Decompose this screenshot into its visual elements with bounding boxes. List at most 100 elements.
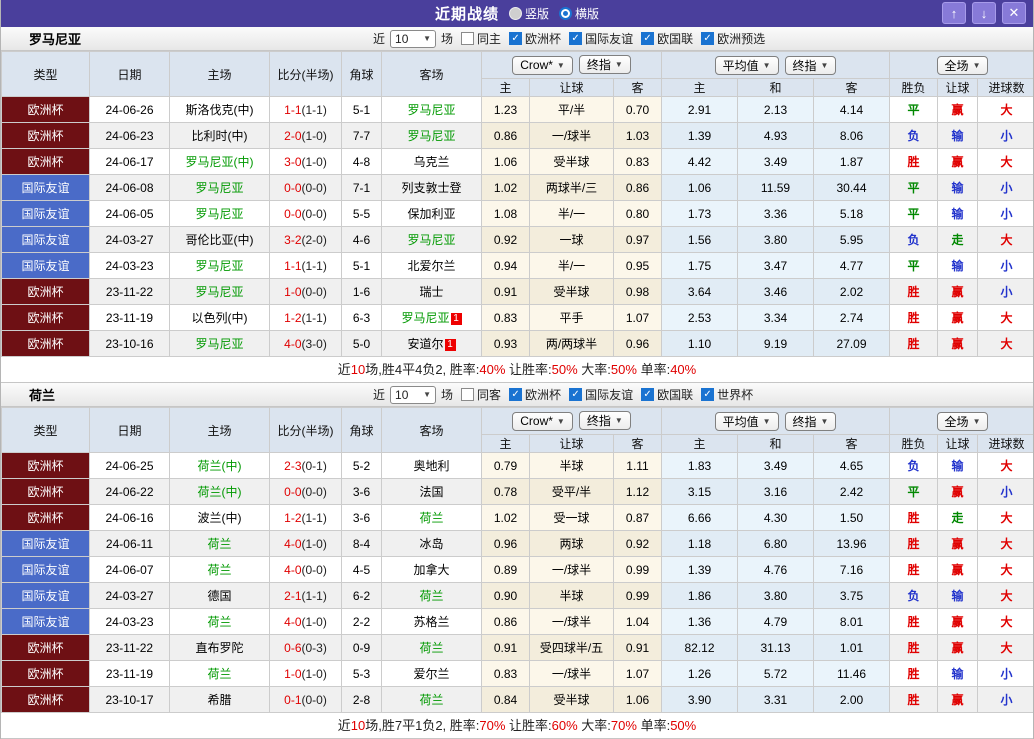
match-row: 欧洲杯 23-11-22 罗马尼亚 1-0(0-0) 1-6 瑞士 0.91 受半球 0.98 3… [1, 278, 1033, 305]
avg-stage-select[interactable]: 终指 ▼ [784, 411, 837, 431]
team-label: 荷兰 [207, 615, 232, 629]
odds-stage-select[interactable]: 终指 ▼ [578, 55, 631, 75]
match-count-select[interactable]: 10 ▼ [390, 29, 437, 48]
outcome-cell: 负 [889, 582, 939, 609]
date-cell: 24-06-23 [89, 122, 170, 149]
handicap-result-cell: 赢 [937, 530, 979, 557]
corners-cell: 6-2 [341, 582, 382, 609]
halftime-score: (0-0) [301, 484, 327, 499]
match-row: 欧洲杯 23-11-22 直布罗陀 0-6(0-3) 0-9 荷兰 0.91 受四球半/五 0.… [1, 634, 1033, 661]
outcome-cell: 胜 [889, 278, 939, 305]
league-checkbox[interactable]: ✓ [509, 32, 523, 45]
team-label: 冰岛 [419, 537, 444, 551]
date-cell: 24-03-27 [89, 226, 170, 253]
avg-away-cell: 8.06 [812, 122, 891, 149]
average-select[interactable]: 平均值 ▼ [714, 411, 779, 431]
match-row: 欧洲杯 23-11-19 以色列(中) 1-2(1-1) 6-3 罗马尼亚 1 0.83 平手 1… [1, 304, 1033, 331]
odds-stage-select[interactable]: 终指 ▼ [578, 411, 631, 431]
handicap-result-value: 输 [951, 589, 964, 603]
odds-source-select[interactable]: Crow* ▼ [512, 411, 573, 431]
goals-result-cell: 大 [977, 452, 1033, 479]
team-section-header: 罗马尼亚近 10 ▼ 场同主 ✓ 欧洲杯 ✓ 国际友谊 ✓ 欧国联 ✓ 欧洲预选 [1, 27, 1033, 51]
outcome-value: 胜 [907, 285, 920, 299]
odds-away-cell: 0.96 [613, 330, 662, 357]
fulltime-score: 3-2 [284, 232, 302, 247]
away-team-cell: 罗马尼亚 [381, 226, 482, 253]
away-team-cell: 荷兰 [381, 504, 482, 531]
average-select[interactable]: 平均值 ▼ [714, 55, 779, 75]
radio-vertical-layout[interactable]: 竖版 [508, 5, 549, 22]
same-venue-checkbox[interactable] [461, 32, 475, 45]
close-button[interactable]: ✕ [1002, 2, 1026, 24]
date-cell: 23-10-16 [89, 330, 170, 357]
avg-home-cell: 1.39 [661, 556, 738, 583]
sub-column-header: 进球数 [977, 434, 1033, 453]
games-label: 场 [441, 388, 454, 402]
match-row: 国际友谊 24-06-08 罗马尼亚 0-0(0-0) 7-1 列支敦士登 1.02 两球半/… [1, 174, 1033, 201]
odds-home-cell: 0.83 [481, 304, 530, 331]
league-checkbox[interactable]: ✓ [701, 32, 715, 45]
handicap-line-cell: 一/球半 [529, 608, 614, 635]
avg-away-cell: 13.96 [812, 530, 891, 557]
date-cell: 24-03-27 [89, 582, 170, 609]
odds-source-select[interactable]: Crow* ▼ [512, 55, 573, 75]
league-checkbox[interactable]: ✓ [641, 388, 655, 401]
handicap-result-value: 走 [951, 233, 964, 247]
league-checkbox[interactable]: ✓ [509, 388, 523, 401]
column-header: 主场 [169, 407, 270, 453]
fulltime-score: 0-0 [284, 484, 302, 499]
competition-type-cell: 欧洲杯 [1, 122, 90, 149]
match-count-select[interactable]: 10 ▼ [390, 385, 437, 404]
team-label: 荷兰 [419, 511, 444, 525]
sub-column-header: 让球 [937, 78, 979, 97]
outcome-value: 胜 [907, 311, 920, 325]
goals-result-cell: 大 [977, 148, 1033, 175]
league-checkbox[interactable]: ✓ [569, 32, 583, 45]
avg-stage-select[interactable]: 终指 ▼ [784, 55, 837, 75]
avg-dropdown-group: 平均值 ▼ 终指 ▼ [660, 407, 891, 435]
corners-cell: 4-8 [341, 148, 382, 175]
handicap-line-cell: 半/一 [529, 200, 614, 227]
move-down-button[interactable]: ↓ [972, 2, 996, 24]
same-venue-label: 同主 [477, 32, 502, 46]
halftime-score: (2-0) [301, 232, 327, 247]
score-cell: 1-1(1-1) [269, 96, 342, 123]
goals-result-cell: 大 [977, 226, 1033, 253]
league-checkbox[interactable]: ✓ [569, 388, 583, 401]
avg-home-cell: 1.75 [661, 252, 738, 279]
same-venue-checkbox[interactable] [461, 388, 475, 401]
scope-select[interactable]: 全场 ▼ [936, 411, 989, 431]
scope-select[interactable]: 全场 ▼ [936, 55, 989, 75]
summary-part: 40% [670, 362, 697, 377]
team-label: 罗马尼亚 [195, 285, 244, 299]
odds-home-cell: 0.86 [481, 608, 530, 635]
odds-home-cell: 0.93 [481, 330, 530, 357]
score-cell: 3-2(2-0) [269, 226, 342, 253]
team-label: 安道尔 [407, 337, 444, 351]
handicap-line-cell: 两/两球半 [529, 330, 614, 357]
move-up-button[interactable]: ↑ [942, 2, 966, 24]
league-checkbox[interactable]: ✓ [641, 32, 655, 45]
sub-column-header: 客 [613, 434, 662, 453]
score-cell: 0-0(0-0) [269, 200, 342, 227]
outcome-cell: 负 [889, 226, 939, 253]
handicap-result-value: 赢 [951, 155, 964, 169]
league-checkbox[interactable]: ✓ [701, 388, 715, 401]
competition-type-cell: 欧洲杯 [1, 634, 90, 661]
fulltime-score: 3-0 [284, 154, 302, 169]
goals-result-value: 大 [1000, 103, 1013, 117]
score-cell: 2-3(0-1) [269, 452, 342, 479]
sub-column-header: 主 [661, 78, 738, 97]
radio-horizontal-layout[interactable]: 横版 [559, 5, 599, 22]
home-team-cell: 波兰(中) [169, 504, 270, 531]
outcome-value: 胜 [907, 537, 920, 551]
summary-part: 40% [479, 362, 506, 377]
avg-home-cell: 3.90 [661, 686, 738, 713]
avg-away-cell: 1.50 [812, 504, 891, 531]
handicap-result-cell: 输 [937, 174, 979, 201]
team-label: 以色列(中) [191, 311, 248, 325]
handicap-result-value: 输 [951, 667, 964, 681]
avg-draw-cell: 3.36 [737, 200, 814, 227]
handicap-result-cell: 输 [937, 582, 979, 609]
avg-away-cell: 8.01 [812, 608, 891, 635]
